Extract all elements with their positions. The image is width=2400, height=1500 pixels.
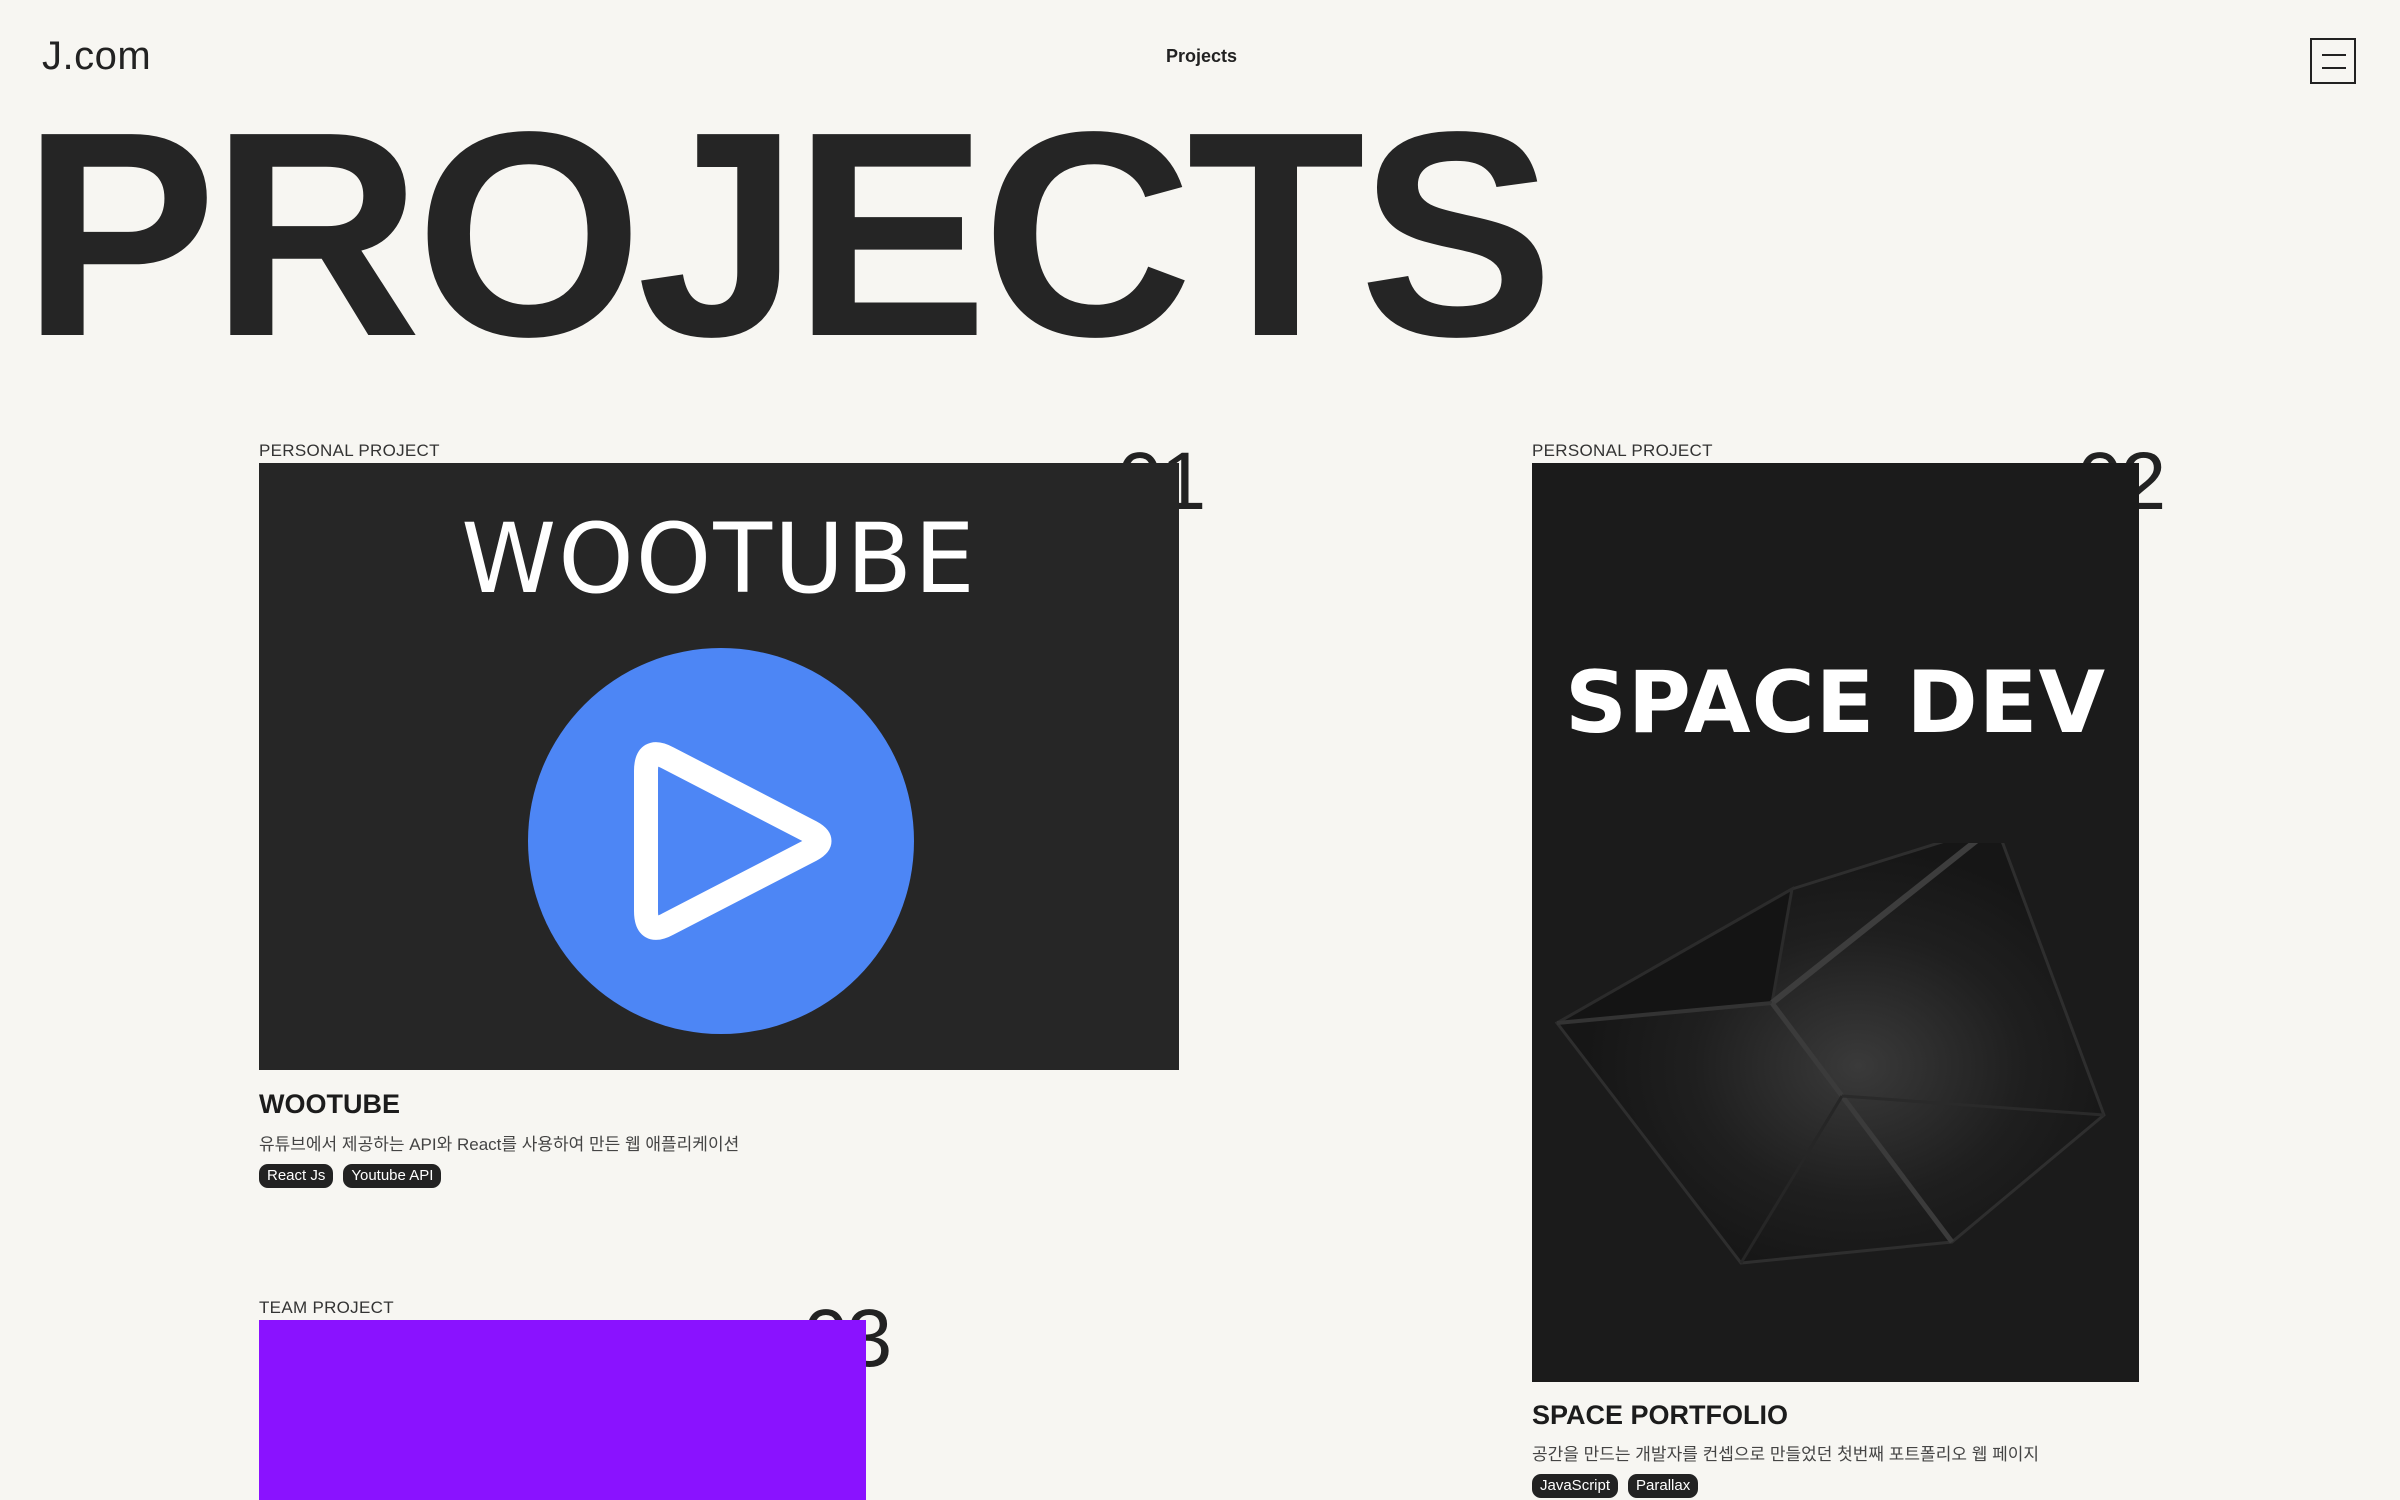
project-type-label: TEAM PROJECT (259, 1298, 394, 1317)
project-name[interactable]: SPACE PORTFOLIO (1532, 1400, 1788, 1431)
project-name[interactable]: WOOTUBE (259, 1089, 400, 1120)
project-thumbnail[interactable]: SPACE DEV (1532, 463, 2139, 1382)
cube-icon (1554, 843, 2106, 1265)
project-thumbnail[interactable]: WOOTUBE (259, 463, 1179, 1070)
project-card-wootube[interactable]: 01 PERSONAL PROJECT WOOTUBE WOOTUBE 유튜브에… (259, 441, 1206, 1201)
menu-button[interactable] (2310, 38, 2356, 84)
thumbnail-title: SPACE DEV (1564, 653, 2107, 753)
project-thumbnail[interactable] (259, 1320, 866, 1500)
tag-list: React Js Youtube API (259, 1164, 442, 1188)
project-type-label: PERSONAL PROJECT (259, 441, 440, 460)
project-card-team[interactable]: 03 TEAM PROJECT (259, 1298, 899, 1500)
project-description: 유튜브에서 제공하는 API와 React를 사용하여 만든 웹 애플리케이션 (259, 1135, 740, 1154)
tag: JavaScript (1532, 1474, 1619, 1498)
page-title: PROJECTS (22, 71, 1554, 397)
tag: Youtube API (343, 1164, 442, 1188)
nav-projects-link[interactable]: Projects (1166, 46, 1237, 67)
projects-page: J.com Projects PROJECTS 01 PERSONAL PROJ… (0, 0, 2400, 1500)
thumbnail-title: WOOTUBE (461, 503, 977, 615)
project-description: 공간을 만드는 개발자를 컨셉으로 만들었던 첫번째 포트폴리오 웹 페이지 (1532, 1445, 2039, 1464)
tag-list: JavaScript Parallax (1532, 1474, 1699, 1498)
hamburger-menu-icon (2322, 67, 2346, 69)
project-type-label: PERSONAL PROJECT (1532, 441, 1713, 460)
hamburger-menu-icon (2322, 54, 2346, 56)
play-button-icon (528, 648, 914, 1034)
tag: React Js (259, 1164, 334, 1188)
tag: Parallax (1628, 1474, 1699, 1498)
project-card-space-portfolio[interactable]: 02 PERSONAL PROJECT SPACE DEV (1532, 441, 2182, 1500)
